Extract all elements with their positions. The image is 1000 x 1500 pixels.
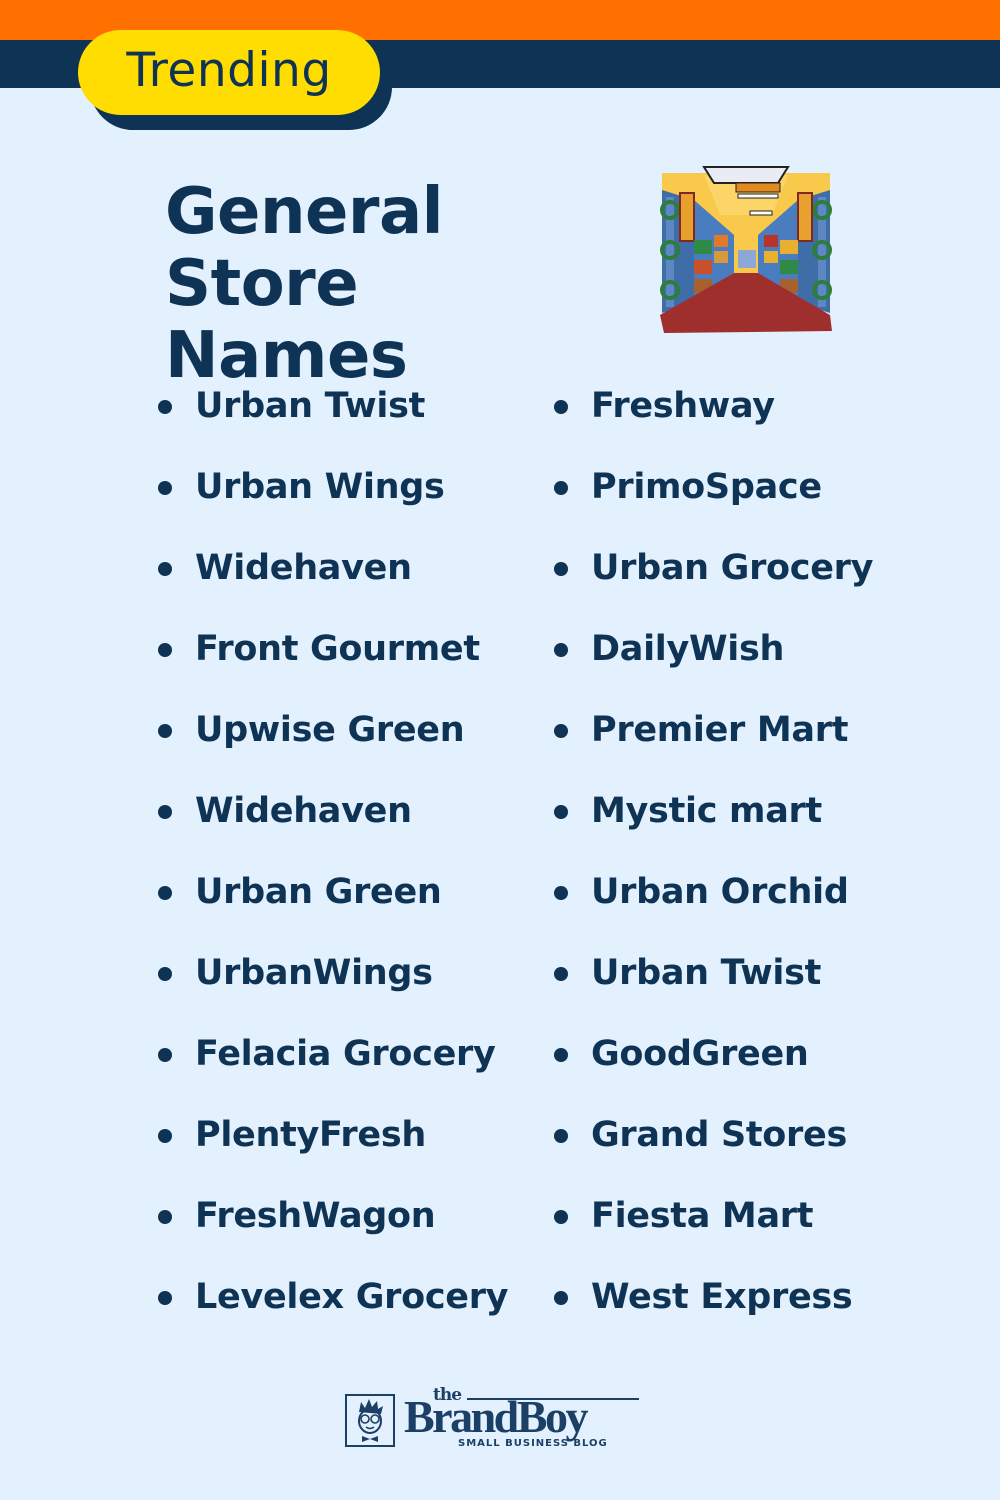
store-names-right-column: Freshway PrimoSpace Urban Grocery DailyW… xyxy=(554,380,873,1352)
bullet-icon xyxy=(554,400,568,414)
store-name: Urban Wings xyxy=(195,467,445,507)
store-name: Urban Twist xyxy=(195,386,426,426)
list-item: West Express xyxy=(554,1271,873,1352)
bullet-icon xyxy=(554,481,568,495)
bullet-icon xyxy=(158,724,172,738)
list-item: Front Gourmet xyxy=(158,623,508,704)
list-item: PrimoSpace xyxy=(554,461,873,542)
bullet-icon xyxy=(158,1129,172,1143)
list-item: Freshway xyxy=(554,380,873,461)
store-name: Fiesta Mart xyxy=(591,1196,814,1236)
store-name: Felacia Grocery xyxy=(195,1034,496,1074)
store-name: Freshway xyxy=(591,386,775,426)
store-name: Upwise Green xyxy=(195,710,465,750)
bullet-icon xyxy=(158,1048,172,1062)
store-aisle-illustration-icon xyxy=(660,166,832,333)
bullet-icon xyxy=(554,1129,568,1143)
bullet-icon xyxy=(158,886,172,900)
bullet-icon xyxy=(158,805,172,819)
list-item: PlentyFresh xyxy=(158,1109,508,1190)
store-name: PlentyFresh xyxy=(195,1115,426,1155)
logo-tagline: SMALL BUSINESS BLOG xyxy=(458,1438,608,1449)
list-item: Fiesta Mart xyxy=(554,1190,873,1271)
list-item: Urban Twist xyxy=(554,947,873,1028)
list-item: Widehaven xyxy=(158,785,508,866)
logo-mascot-box xyxy=(345,1394,395,1447)
bullet-icon xyxy=(554,1210,568,1224)
bullet-icon xyxy=(158,481,172,495)
list-item: GoodGreen xyxy=(554,1028,873,1109)
list-item: DailyWish xyxy=(554,623,873,704)
bullet-icon xyxy=(158,400,172,414)
list-item: Urban Green xyxy=(158,866,508,947)
store-name: DailyWish xyxy=(591,629,785,669)
list-item: Urban Orchid xyxy=(554,866,873,947)
list-item: FreshWagon xyxy=(158,1190,508,1271)
store-name: Premier Mart xyxy=(591,710,849,750)
bullet-icon xyxy=(158,643,172,657)
list-item: Levelex Grocery xyxy=(158,1271,508,1352)
store-name: Levelex Grocery xyxy=(195,1277,509,1317)
bullet-icon xyxy=(554,1048,568,1062)
list-item: Upwise Green xyxy=(158,704,508,785)
brandboy-logo: the BrandBoy SMALL BUSINESS BLOG xyxy=(345,1385,645,1454)
bullet-icon xyxy=(158,1210,172,1224)
bullet-icon xyxy=(554,1291,568,1305)
store-name: Front Gourmet xyxy=(195,629,480,669)
list-item: Mystic mart xyxy=(554,785,873,866)
bullet-icon xyxy=(158,562,172,576)
list-item: Urban Grocery xyxy=(554,542,873,623)
logo-brand-text: BrandBoy xyxy=(404,1391,588,1442)
store-name: FreshWagon xyxy=(195,1196,436,1236)
list-item: Premier Mart xyxy=(554,704,873,785)
store-name: Urban Grocery xyxy=(591,548,874,588)
store-name: Widehaven xyxy=(195,791,412,831)
list-item: Urban Wings xyxy=(158,461,508,542)
bullet-icon xyxy=(554,886,568,900)
bullet-icon xyxy=(158,967,172,981)
boy-mascot-icon xyxy=(358,1399,383,1442)
store-name: PrimoSpace xyxy=(591,467,822,507)
bullet-icon xyxy=(554,562,568,576)
bullet-icon xyxy=(554,967,568,981)
store-name: Widehaven xyxy=(195,548,412,588)
store-name: Urban Green xyxy=(195,872,442,912)
trending-badge: Trending xyxy=(78,30,380,115)
store-name: Mystic mart xyxy=(591,791,822,831)
store-name: UrbanWings xyxy=(195,953,433,993)
page-title: General Store Names xyxy=(165,176,645,392)
list-item: UrbanWings xyxy=(158,947,508,1028)
list-item: Widehaven xyxy=(158,542,508,623)
list-item: Felacia Grocery xyxy=(158,1028,508,1109)
store-name: West Express xyxy=(591,1277,853,1317)
bullet-icon xyxy=(554,805,568,819)
store-name: GoodGreen xyxy=(591,1034,809,1074)
bullet-icon xyxy=(554,724,568,738)
page-title-line-1: General Store xyxy=(165,175,444,321)
list-item: Urban Twist xyxy=(158,380,508,461)
list-item: Grand Stores xyxy=(554,1109,873,1190)
trending-badge-label: Trending xyxy=(126,43,332,98)
bullet-icon xyxy=(554,643,568,657)
store-name: Urban Orchid xyxy=(591,872,849,912)
store-names-left-column: Urban Twist Urban Wings Widehaven Front … xyxy=(158,380,508,1352)
store-name: Grand Stores xyxy=(591,1115,847,1155)
store-name: Urban Twist xyxy=(591,953,822,993)
bullet-icon xyxy=(158,1291,172,1305)
